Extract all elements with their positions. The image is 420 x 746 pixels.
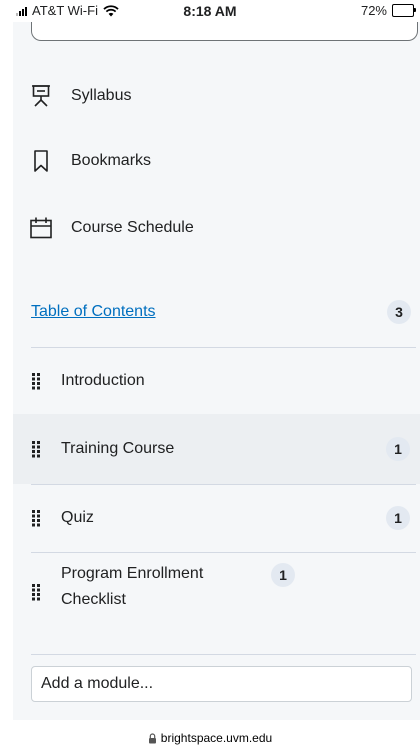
module-item-introduction[interactable]: Introduction: [13, 348, 420, 414]
drag-handle-icon[interactable]: [31, 440, 45, 458]
presentation-board-icon: [29, 84, 53, 108]
nav-item-bookmarks[interactable]: Bookmarks: [29, 149, 151, 173]
drag-handle-icon[interactable]: [31, 583, 45, 601]
battery-icon: [392, 4, 416, 17]
table-of-contents-link[interactable]: Table of Contents: [31, 303, 156, 321]
clock: 8:18 AM: [183, 3, 237, 19]
module-count-badge: 1: [386, 506, 410, 530]
module-label: Introduction: [61, 372, 145, 389]
url-bar[interactable]: brightspace.uvm.edu: [0, 720, 420, 746]
module-item-training-course[interactable]: Training Course 1: [13, 414, 420, 484]
module-count-badge: 1: [271, 563, 295, 587]
divider: [31, 654, 416, 655]
nav-label-syllabus: Syllabus: [71, 87, 132, 104]
nav-item-syllabus[interactable]: Syllabus: [29, 84, 131, 108]
module-item-quiz[interactable]: Quiz 1: [13, 485, 420, 551]
lock-icon: [148, 732, 156, 743]
module-label: Training Course: [61, 440, 175, 457]
url-text: brightspace.uvm.edu: [160, 731, 273, 745]
add-module-input[interactable]: Add a module...: [31, 666, 412, 702]
status-bar: AT&T Wi-Fi 8:18 AM 72%: [0, 0, 420, 22]
nav-label-course-schedule: Course Schedule: [71, 219, 194, 236]
url-display: brightspace.uvm.edu: [0, 731, 420, 745]
toc-count-badge: 3: [387, 300, 411, 324]
page-gutter: [0, 0, 13, 746]
status-right: 72%: [360, 3, 416, 18]
battery-percent: 72%: [360, 3, 387, 18]
module-row: Program Enrollment Checklist 1: [31, 553, 410, 653]
module-row: Training Course 1: [31, 414, 410, 484]
bookmark-icon: [29, 149, 53, 173]
calendar-icon: [29, 216, 53, 240]
module-item-program-enrollment-checklist[interactable]: Program Enrollment Checklist 1: [13, 553, 420, 653]
drag-handle-icon[interactable]: [31, 509, 45, 527]
nav-item-course-schedule[interactable]: Course Schedule: [29, 216, 194, 240]
module-row: Quiz 1: [31, 485, 410, 551]
module-row: Introduction: [31, 348, 410, 414]
module-count-badge: 1: [386, 437, 410, 461]
toc-row: Table of Contents 3: [31, 300, 411, 324]
drag-handle-icon[interactable]: [31, 372, 45, 390]
navigation-panel: Syllabus Bookmarks Course Schedule Table…: [13, 18, 420, 720]
nav-label-bookmarks: Bookmarks: [71, 152, 152, 169]
module-label: Quiz: [61, 509, 94, 526]
module-label: Program Enrollment Checklist: [61, 565, 204, 608]
